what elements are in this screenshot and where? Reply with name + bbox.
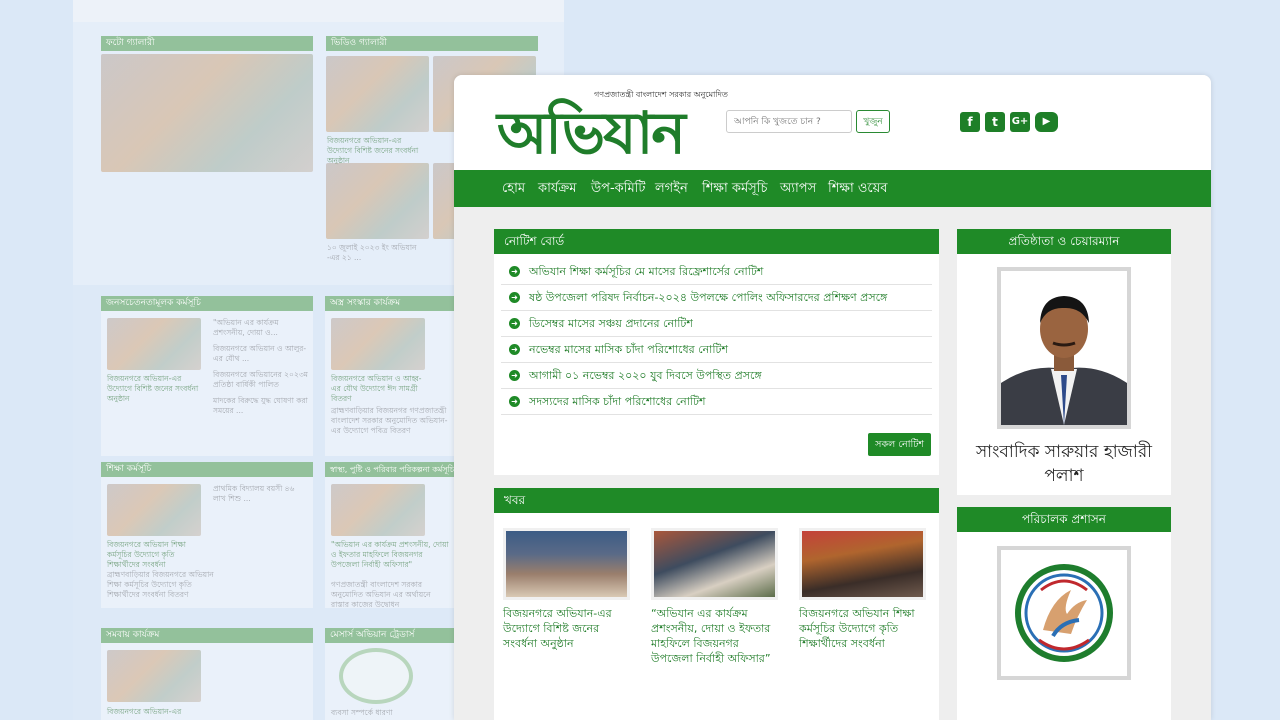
- traders-logo: [339, 648, 413, 704]
- founder-title: প্রতিষ্ঠাতা ও চেয়ারম্যান: [957, 229, 1171, 254]
- news-headline[interactable]: “অভিযান এর কার্যক্রম প্রশংসনীয়, দোয়া ও…: [651, 606, 783, 666]
- nav-item-education-program[interactable]: শিক্ষা কর্মসূচি: [702, 170, 767, 207]
- section-caption[interactable]: বিজয়নগরে অভিয়ানের ২০২৩ম প্রতিষ্ঠা বার্…: [213, 370, 309, 390]
- notice-item-link[interactable]: অভিযান শিক্ষা কর্মসূচির মে মাসের রিফ্রেশ…: [529, 259, 763, 285]
- background-section: স্বাস্থ্য, পুষ্টি ও পরিবার পরিকল্পনা কর্…: [325, 462, 455, 610]
- section-caption[interactable]: ব্রাহ্মণবাড়িয়ার বিজয়নগরে অভিয়ান শিক্…: [107, 570, 217, 600]
- section-header: অস্ত্র সংস্কার কার্যক্রম: [325, 296, 455, 311]
- notice-item[interactable]: ➜ অভিযান শিক্ষা কর্মসূচির মে মাসের রিফ্র…: [501, 259, 932, 285]
- news-image[interactable]: [503, 528, 630, 600]
- news-image[interactable]: [799, 528, 926, 600]
- section-header: স্বাস্থ্য, পুষ্টি ও পরিবার পরিকল্পনা কর্…: [325, 462, 455, 477]
- notice-item-link[interactable]: ষষ্ঠ উপজেলা পরিষদ নির্বাচন-২০২৪ উপলক্ষে …: [529, 285, 887, 311]
- notice-item[interactable]: ➜ ডিসেম্বর মাসের সঞ্চয় প্রদানের নোটিশ: [501, 311, 932, 337]
- notice-item[interactable]: ➜ ষষ্ঠ উপজেলা পরিষদ নির্বাচন-২০২৪ উপলক্ষ…: [501, 285, 932, 311]
- twitter-icon[interactable]: t: [985, 112, 1005, 132]
- section-image[interactable]: [107, 318, 201, 370]
- nav-item-apps[interactable]: অ্যাপস: [780, 170, 816, 207]
- arrow-right-icon: ➜: [509, 370, 520, 381]
- notice-item-link[interactable]: সদস্যদের মাসিক চাঁদা পরিশোধের নোটিশ: [529, 389, 706, 415]
- notice-board-title: নোটিশ বোর্ড: [494, 229, 939, 254]
- section-header: জনসচেতনতামূলক কর্মসূচি: [101, 296, 313, 311]
- search-button[interactable]: খুজুন: [856, 110, 890, 133]
- google-plus-icon[interactable]: G+: [1010, 112, 1030, 132]
- section-header: শিক্ষা কর্মসূচি: [101, 462, 313, 477]
- section-header: সমবায় কার্যক্রম: [101, 628, 313, 643]
- youtube-icon[interactable]: ▶: [1035, 112, 1058, 132]
- ovizan-logo-image: [1015, 564, 1113, 662]
- news-section: খবর বিজয়নগরে অভিযান-এর উদ্যোগে বিশিষ্ট …: [494, 488, 939, 720]
- founder-photo: [997, 267, 1131, 429]
- background-section: শিক্ষা কর্মসূচি প্রাথমিক বিদ্যালয় বয়সী…: [101, 462, 313, 608]
- founder-panel: প্রতিষ্ঠাতা ও চেয়ারম্যান সাংবাদিক সারুয…: [957, 229, 1171, 495]
- section-caption[interactable]: বিজয়নগরে অভিয়ান ও আলুর-এর যৌথ ...: [213, 344, 309, 364]
- nav-item-home[interactable]: হোম: [502, 170, 525, 207]
- notice-item-link[interactable]: আগামী ০১ নভেম্বর ২০২০ যুব দিবসে উপস্থিত …: [529, 363, 762, 389]
- photo-gallery-header: ফটো গ্যালারী: [101, 36, 313, 51]
- section-caption[interactable]: মাদকের বিরুদ্ধে যুদ্ধ ঘোষণা করা সময়ের .…: [213, 396, 309, 416]
- all-notices-button[interactable]: সকল নোটিশ: [868, 433, 931, 456]
- news-title: খবর: [494, 488, 939, 513]
- notice-item-link[interactable]: নভেম্বর মাসের মাসিক চাঁদা পরিশোধের নোটিশ: [529, 337, 728, 363]
- main-page-card: অভিযান গণপ্রজাতন্ত্রী বাংলাদেশ সরকার অনু…: [454, 75, 1211, 720]
- arrow-right-icon: ➜: [509, 396, 520, 407]
- news-headline[interactable]: বিজয়নগরে অভিযান শিক্ষা কর্মসূচির উদ্যোগ…: [799, 606, 931, 651]
- background-section: মেসার্স অভিয়ান ট্রেডার্স ব্যবসা সম্পর্ক…: [325, 628, 455, 720]
- section-image[interactable]: [331, 318, 425, 370]
- nav-item-sub-committee[interactable]: উপ-কমিটি: [591, 170, 645, 207]
- section-header: মেসার্স অভিয়ান ট্রেডার্স: [325, 628, 455, 643]
- video-gallery-header: ভিডিও গ্যালারী: [326, 36, 538, 51]
- notice-item-link[interactable]: ডিসেম্বর মাসের সঞ্চয় প্রদানের নোটিশ: [529, 311, 693, 337]
- founder-portrait-image: [1001, 271, 1127, 425]
- background-section: জনসচেতনতামূলক কর্মসূচি বিজয়নগরে অভিয়ান…: [101, 296, 313, 456]
- search-input[interactable]: [726, 110, 852, 133]
- ovizan-logo: [997, 546, 1131, 680]
- video-thumb[interactable]: [326, 163, 429, 239]
- section-image[interactable]: [331, 484, 425, 536]
- arrow-right-icon: ➜: [509, 292, 520, 303]
- background-section: অস্ত্র সংস্কার কার্যক্রম বিজয়নগরে অভিয়…: [325, 296, 455, 456]
- arrow-right-icon: ➜: [509, 344, 520, 355]
- background-section: সমবায় কার্যক্রম বিজয়নগরে অভিয়ান-এর: [101, 628, 313, 720]
- section-caption[interactable]: বিজয়নগরে অভিয়ান শিক্ষা কর্মসূচির উদ্যো…: [107, 540, 203, 570]
- director-panel: পরিচালক প্রশাসন: [957, 507, 1171, 720]
- section-caption[interactable]: বিজয়নগরে অভিয়ান-এর: [107, 707, 203, 717]
- background-top-bar: [73, 0, 564, 22]
- section-caption[interactable]: বিজয়নগরে অভিয়ান-এর উদ্যোগে বিশিষ্ট জনে…: [107, 374, 203, 404]
- section-image[interactable]: [107, 484, 201, 536]
- section-caption[interactable]: "অভিয়ান এর কার্যক্রম প্রশংসনীয়, দোয়া …: [331, 540, 449, 570]
- notice-item[interactable]: ➜ সদস্যদের মাসিক চাঁদা পরিশোধের নোটিশ: [501, 389, 932, 415]
- notice-item[interactable]: ➜ নভেম্বর মাসের মাসিক চাঁদা পরিশোধের নোট…: [501, 337, 932, 363]
- section-caption[interactable]: বিজয়নগরে অভিয়ান ও আহ্ব-এর যৌথ উদ্যোগে …: [331, 374, 431, 404]
- section-caption[interactable]: প্রাথমিক বিদ্যালয় বয়সী ৪৬ লাখ শিশু ...: [213, 484, 309, 504]
- arrow-right-icon: ➜: [509, 318, 520, 329]
- section-caption[interactable]: ব্রাহ্মণবাড়িয়ার বিজয়নগর গণপ্রজাতন্ত্র…: [331, 406, 449, 436]
- founder-name: সাংবাদিক সারুয়ার হাজারী পলাশ: [975, 442, 1153, 486]
- section-caption[interactable]: গণপ্রজাতন্ত্রী বাংলাদেশ সরকার অনুমোদিত অ…: [331, 580, 449, 610]
- nav-item-education-web[interactable]: শিক্ষা ওয়েব: [828, 170, 888, 207]
- facebook-icon[interactable]: f: [960, 112, 980, 132]
- notice-item[interactable]: ➜ আগামী ০১ নভেম্বর ২০২০ যুব দিবসে উপস্থি…: [501, 363, 932, 389]
- video-thumb[interactable]: [326, 56, 429, 132]
- video-caption[interactable]: বিজয়নগরে অভিয়ান-এর উদ্যোগে বিশিষ্ট জনে…: [327, 136, 427, 166]
- news-headline[interactable]: বিজয়নগরে অভিযান-এর উদ্যোগে বিশিষ্ট জনের…: [503, 606, 635, 651]
- nav-item-activities[interactable]: কার্যক্রম: [538, 170, 576, 207]
- photo-gallery-image[interactable]: [101, 54, 313, 172]
- video-caption[interactable]: ১০ জুলাই ২০২৩ ইং অভিযান -এর ২১ ...: [327, 243, 427, 263]
- nav-item-login[interactable]: লগইন: [655, 170, 688, 207]
- logo-subtitle: গণপ্রজাতন্ত্রী বাংলাদেশ সরকার অনুমোদিত: [594, 90, 728, 99]
- arrow-right-icon: ➜: [509, 266, 520, 277]
- section-caption[interactable]: "অভিয়ান এর কার্যক্রম প্রশংসনীয়, দোয়া …: [213, 318, 309, 338]
- section-caption[interactable]: ব্যবসা সম্পর্কে ধারণা: [331, 708, 449, 718]
- director-title: পরিচালক প্রশাসন: [957, 507, 1171, 532]
- site-header: অভিযান গণপ্রজাতন্ত্রী বাংলাদেশ সরকার অনু…: [454, 75, 1211, 170]
- main-nav: হোম কার্যক্রম উপ-কমিটি লগইন শিক্ষা কর্মস…: [454, 170, 1211, 207]
- section-image[interactable]: [107, 650, 201, 702]
- news-image[interactable]: [651, 528, 778, 600]
- notice-board: নোটিশ বোর্ড ➜ অভিযান শিক্ষা কর্মসূচির মে…: [494, 229, 939, 475]
